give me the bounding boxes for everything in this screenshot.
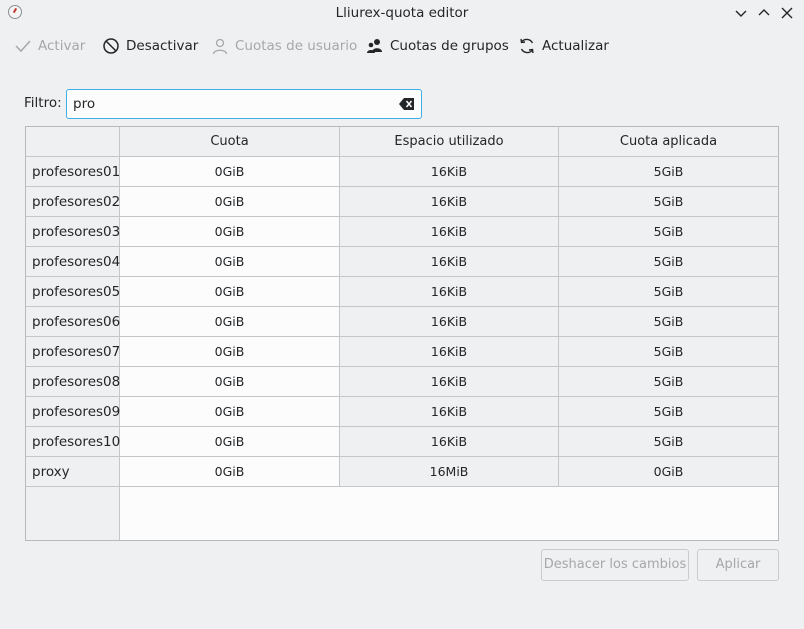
cell-espacio-utilizado: 16KiB [340, 307, 559, 337]
cell-cuota[interactable]: 0GiB [120, 427, 340, 457]
chevron-up-icon [758, 9, 770, 16]
cell-cuota-aplicada: 5GiB [559, 367, 778, 397]
filter-field[interactable] [66, 89, 422, 119]
row-header[interactable]: profesores05 [26, 277, 120, 307]
quota-table: Cuota Espacio utilizado Cuota aplicada p… [25, 126, 779, 541]
cuotas-usuario-button[interactable]: Cuotas de usuario [211, 32, 357, 60]
column-header-aplicada[interactable]: Cuota aplicada [559, 127, 778, 157]
cell-cuota[interactable]: 0GiB [120, 337, 340, 367]
row-header[interactable]: profesores02 [26, 187, 120, 217]
chevron-down-icon [735, 10, 747, 17]
minimize-button[interactable] [732, 4, 750, 22]
row-header[interactable]: profesores04 [26, 247, 120, 277]
cell-espacio-utilizado: 16MiB [340, 457, 559, 487]
table-row: profesores01 0GiB 16KiB 5GiB [26, 157, 778, 187]
row-header[interactable]: profesores07 [26, 337, 120, 367]
desactivar-button[interactable]: Desactivar [102, 32, 198, 60]
row-header[interactable]: profesores09 [26, 397, 120, 427]
table-row: proxy 0GiB 16MiB 0GiB [26, 457, 778, 487]
table-row: profesores03 0GiB 16KiB 5GiB [26, 217, 778, 247]
row-header[interactable]: profesores03 [26, 217, 120, 247]
title-bar: Lliurex-quota editor [0, 0, 804, 26]
row-header[interactable]: profesores08 [26, 367, 120, 397]
cuotas-grupos-label: Cuotas de grupos [390, 38, 509, 54]
cell-cuota[interactable]: 0GiB [120, 307, 340, 337]
row-header[interactable]: profesores01 [26, 157, 120, 187]
toolbar: Activar Desactivar Cuotas de usuario Cuo… [0, 32, 804, 60]
cell-cuota[interactable]: 0GiB [120, 277, 340, 307]
cell-espacio-utilizado: 16KiB [340, 157, 559, 187]
column-header-cuota[interactable]: Cuota [120, 127, 340, 157]
checkmark-icon [15, 40, 31, 53]
close-icon [781, 7, 793, 19]
cell-cuota[interactable]: 0GiB [120, 457, 340, 487]
group-icon [367, 39, 382, 53]
cuotas-usuario-label: Cuotas de usuario [235, 38, 358, 54]
cell-espacio-utilizado: 16KiB [340, 187, 559, 217]
cell-espacio-utilizado: 16KiB [340, 217, 559, 247]
cell-cuota-aplicada: 0GiB [559, 457, 778, 487]
activar-label: Activar [38, 38, 86, 54]
cell-cuota-aplicada: 5GiB [559, 157, 778, 187]
actualizar-button[interactable]: Actualizar [518, 32, 609, 60]
activar-button[interactable]: Activar [14, 32, 85, 60]
apply-button[interactable]: Aplicar [697, 549, 779, 581]
row-header[interactable]: profesores06 [26, 307, 120, 337]
table-row: profesores04 0GiB 16KiB 5GiB [26, 247, 778, 277]
window-title: Lliurex-quota editor [335, 5, 469, 21]
refresh-icon [520, 38, 534, 54]
cell-espacio-utilizado: 16KiB [340, 247, 559, 277]
column-header-espacio[interactable]: Espacio utilizado [340, 127, 559, 157]
table-row: profesores05 0GiB 16KiB 5GiB [26, 277, 778, 307]
table-row: profesores07 0GiB 16KiB 5GiB [26, 337, 778, 367]
cell-cuota-aplicada: 5GiB [559, 187, 778, 217]
table-row: profesores09 0GiB 16KiB 5GiB [26, 397, 778, 427]
disable-icon [103, 38, 119, 54]
table-row: profesores06 0GiB 16KiB 5GiB [26, 307, 778, 337]
cell-espacio-utilizado: 16KiB [340, 427, 559, 457]
clear-text-icon[interactable] [399, 97, 415, 111]
cell-cuota-aplicada: 5GiB [559, 427, 778, 457]
desactivar-label: Desactivar [126, 38, 199, 54]
close-button[interactable] [778, 4, 796, 22]
table-row: profesores02 0GiB 16KiB 5GiB [26, 187, 778, 217]
cell-cuota[interactable]: 0GiB [120, 187, 340, 217]
user-icon [212, 38, 228, 55]
filter-input[interactable] [73, 94, 393, 114]
cell-espacio-utilizado: 16KiB [340, 277, 559, 307]
cuotas-grupos-button[interactable]: Cuotas de grupos [366, 32, 509, 60]
cell-cuota-aplicada: 5GiB [559, 307, 778, 337]
cell-cuota[interactable]: 0GiB [120, 367, 340, 397]
cell-cuota-aplicada: 5GiB [559, 277, 778, 307]
maximize-button[interactable] [755, 4, 773, 22]
actualizar-label: Actualizar [542, 38, 609, 54]
table-row: profesores10 0GiB 16KiB 5GiB [26, 427, 778, 457]
cell-cuota[interactable]: 0GiB [120, 157, 340, 187]
cell-espacio-utilizado: 16KiB [340, 337, 559, 367]
cell-cuota[interactable]: 0GiB [120, 397, 340, 427]
cell-cuota-aplicada: 5GiB [559, 397, 778, 427]
row-header[interactable]: proxy [26, 457, 120, 487]
table-row: profesores08 0GiB 16KiB 5GiB [26, 367, 778, 397]
cell-espacio-utilizado: 16KiB [340, 367, 559, 397]
undo-changes-button[interactable]: Deshacer los cambios [541, 549, 689, 581]
cell-cuota-aplicada: 5GiB [559, 247, 778, 277]
table-corner [26, 127, 120, 157]
cell-cuota[interactable]: 0GiB [120, 217, 340, 247]
cell-cuota-aplicada: 5GiB [559, 217, 778, 247]
row-header[interactable]: profesores10 [26, 427, 120, 457]
cell-espacio-utilizado: 16KiB [340, 397, 559, 427]
cell-cuota-aplicada: 5GiB [559, 337, 778, 367]
filter-label: Filtro: [24, 95, 62, 111]
cell-cuota[interactable]: 0GiB [120, 247, 340, 277]
